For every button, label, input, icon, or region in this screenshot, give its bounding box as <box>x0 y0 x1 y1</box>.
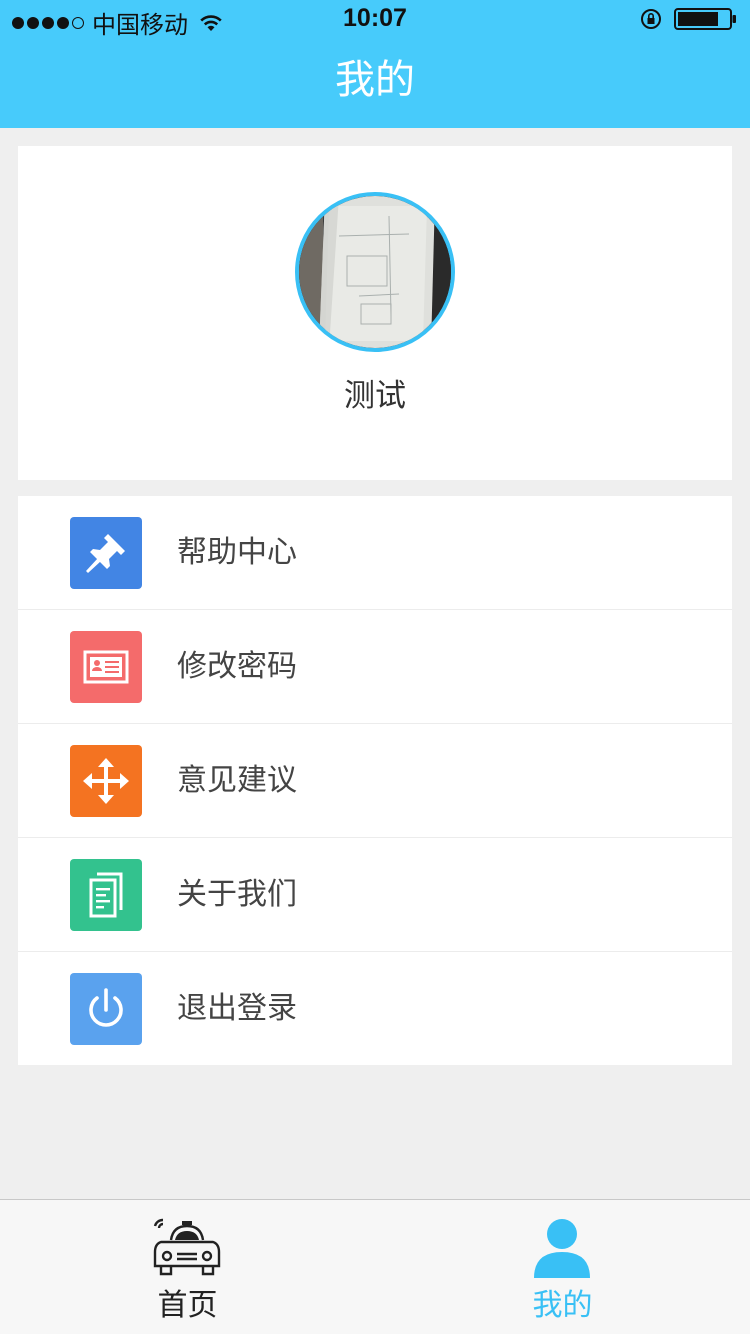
menu-item-logout[interactable]: 退出登录 <box>18 952 732 1065</box>
menu-label-logout: 退出登录 <box>177 991 297 1026</box>
menu-label-change-password: 修改密码 <box>177 649 297 684</box>
menu-label-help-center: 帮助中心 <box>177 535 297 570</box>
profile-card: 测试 <box>18 146 732 480</box>
pushpin-icon <box>70 517 142 589</box>
status-time: 10:07 <box>343 4 407 32</box>
menu-label-feedback: 意见建议 <box>177 763 297 798</box>
id-card-icon <box>70 631 142 703</box>
tab-mine[interactable]: 我的 <box>375 1200 750 1334</box>
tab-label-mine: 我的 <box>532 1288 593 1323</box>
tab-label-home: 首页 <box>157 1288 218 1323</box>
power-icon <box>70 973 142 1045</box>
documents-icon <box>70 859 142 931</box>
tab-bar: 首页 我的 <box>0 1199 750 1334</box>
settings-menu: 帮助中心 修改密码 意见建议 关于我们 退出登录 <box>18 496 732 1065</box>
menu-item-about-us[interactable]: 关于我们 <box>18 838 732 952</box>
status-bar: 中国移动 10:07 <box>0 0 750 40</box>
menu-item-help-center[interactable]: 帮助中心 <box>18 496 732 610</box>
avatar-photo <box>299 196 451 348</box>
rotation-lock-icon <box>641 9 661 29</box>
page-title: 我的 <box>335 57 415 103</box>
tab-home[interactable]: 首页 <box>0 1200 375 1334</box>
menu-item-feedback[interactable]: 意见建议 <box>18 724 732 838</box>
taxi-icon <box>153 1218 221 1276</box>
user-icon <box>534 1219 590 1278</box>
menu-label-about-us: 关于我们 <box>177 877 297 912</box>
battery-icon <box>674 8 736 30</box>
menu-item-change-password[interactable]: 修改密码 <box>18 610 732 724</box>
status-right <box>640 8 738 30</box>
profile-name: 测试 <box>344 378 406 414</box>
avatar[interactable] <box>295 192 455 352</box>
move-arrows-icon <box>70 745 142 817</box>
header: 中国移动 10:07 我的 <box>0 0 750 128</box>
